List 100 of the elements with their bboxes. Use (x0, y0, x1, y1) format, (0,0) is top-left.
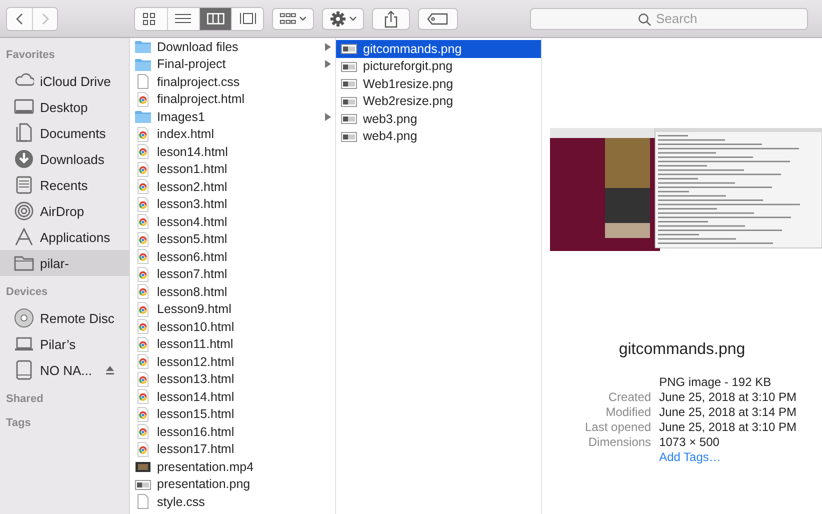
browser-file-icon (135, 424, 151, 440)
file-row[interactable]: Web1resize.png (336, 75, 541, 92)
disc-icon (14, 308, 34, 328)
file-row[interactable]: finalproject.css (130, 73, 335, 90)
image-file-icon (341, 111, 357, 126)
sidebar-heading: Favorites (5, 48, 56, 63)
file-row[interactable]: lesson6.html (130, 248, 335, 266)
video-file-icon (135, 459, 151, 474)
file-row[interactable]: Images1 (130, 108, 335, 126)
file-row[interactable]: presentation.mp4 (130, 458, 335, 476)
file-row[interactable]: web4.png (336, 128, 541, 145)
gear-icon (330, 10, 346, 26)
browser-file-icon (135, 162, 151, 177)
file-row[interactable]: leson14.html (130, 143, 335, 160)
eject-icon[interactable] (105, 365, 115, 375)
file-row[interactable]: lesson10.html (130, 318, 335, 336)
file-row[interactable]: Web2resize.png (336, 92, 541, 110)
file-row[interactable]: lesson11.html (130, 336, 335, 353)
browser-file-icon (135, 372, 151, 387)
file-row[interactable]: lesson1.html (130, 160, 335, 178)
file-row[interactable]: presentation.png (130, 476, 335, 493)
browser-file-icon (135, 406, 151, 422)
sidebar-heading: Tags (5, 416, 32, 431)
file-row[interactable]: index.html (130, 126, 335, 143)
file-row[interactable]: lesson2.html (130, 178, 335, 196)
sidebar-item[interactable]: iCloud Drive (0, 68, 129, 94)
chevron-right-icon (40, 12, 50, 26)
sidebar-item[interactable]: Recents (0, 172, 129, 198)
disclosure-arrow-icon (325, 60, 331, 68)
columns-icon (206, 12, 224, 25)
file-row[interactable]: lesson12.html (130, 353, 335, 370)
sidebar-item[interactable]: AirDrop (0, 198, 129, 224)
browser-file-icon (135, 302, 151, 317)
sidebar-heading: Shared (5, 392, 44, 407)
file-row[interactable]: lesson3.html (130, 196, 335, 213)
file-row[interactable]: web3.png (336, 110, 541, 128)
tag-button[interactable] (418, 8, 458, 30)
browser-file-icon (135, 284, 151, 300)
file-row[interactable]: lesson14.html (130, 388, 335, 406)
info-label: Created (607, 390, 652, 404)
file-type-size: PNG image - 192 KB (659, 375, 772, 389)
sidebar-item[interactable]: Applications (0, 224, 129, 250)
file-row[interactable]: Lesson9.html (130, 300, 335, 318)
documents-icon (14, 123, 34, 143)
sidebar-item[interactable]: Desktop (0, 94, 129, 120)
file-row[interactable]: gitcommands.png (336, 40, 541, 58)
settings-button[interactable] (322, 8, 364, 30)
share-icon (384, 10, 398, 28)
browser-file-icon (135, 249, 151, 264)
image-file-icon (341, 76, 357, 92)
add-tags-link[interactable]: Add Tags… (659, 450, 796, 464)
file-row[interactable]: style.css (130, 493, 335, 510)
applications-icon (14, 227, 34, 247)
folder-icon (135, 56, 151, 72)
folder-icon (135, 109, 151, 124)
gallery-icon (238, 12, 256, 25)
file-row[interactable]: Final-project (130, 56, 335, 73)
caret-down-icon (348, 16, 356, 21)
file-row[interactable]: lesson4.html (130, 213, 335, 230)
chevron-left-icon (14, 12, 25, 26)
airdrop-icon (14, 201, 34, 221)
search-field[interactable]: Search (530, 8, 808, 30)
file-row[interactable]: lesson17.html (130, 440, 335, 458)
file-row[interactable]: lesson7.html (130, 266, 335, 283)
search-icon (638, 12, 651, 26)
file-row[interactable]: finalproject.html (130, 90, 335, 108)
view-mode-button[interactable] (231, 8, 263, 30)
sidebar-item[interactable]: NO NA... (0, 357, 129, 383)
file-row[interactable]: lesson13.html (130, 370, 335, 388)
sidebar-item[interactable]: Remote Disc (0, 305, 129, 331)
file-row[interactable]: lesson5.html (130, 230, 335, 248)
sidebar-item[interactable]: Pilar’s (0, 331, 129, 357)
browser-file-icon (135, 126, 151, 142)
arrange-icon (279, 12, 296, 26)
browser-file-icon (135, 319, 151, 334)
list-icon (174, 12, 192, 25)
file-row[interactable]: lesson16.html (130, 423, 335, 440)
view-mode-button[interactable] (199, 8, 231, 30)
sidebar-item[interactable]: Documents (0, 120, 129, 146)
document-icon (135, 494, 151, 510)
browser-file-icon (135, 214, 151, 230)
group-button[interactable] (272, 8, 314, 30)
info-value: 1073 × 500 (659, 435, 720, 449)
sidebar-item[interactable]: pilar- (0, 250, 129, 276)
browser-file-icon (135, 179, 151, 194)
info-value: June 25, 2018 at 3:10 PM (659, 390, 796, 404)
file-row[interactable]: lesson8.html (130, 283, 335, 300)
sidebar-item[interactable]: Downloads (0, 146, 129, 172)
browser-file-icon (135, 354, 151, 370)
browser-file-icon (135, 442, 151, 457)
document-icon (135, 74, 151, 90)
file-row[interactable]: pictureforgit.png (336, 58, 541, 75)
inbox-icon (14, 175, 34, 195)
browser-file-icon (135, 196, 151, 212)
share-button[interactable] (372, 8, 410, 30)
sidebar-heading: Devices (5, 285, 49, 300)
file-row[interactable]: Download files (130, 38, 335, 56)
browser-file-icon (135, 266, 151, 282)
drive-icon (14, 360, 34, 380)
file-row[interactable]: lesson15.html (130, 406, 335, 423)
